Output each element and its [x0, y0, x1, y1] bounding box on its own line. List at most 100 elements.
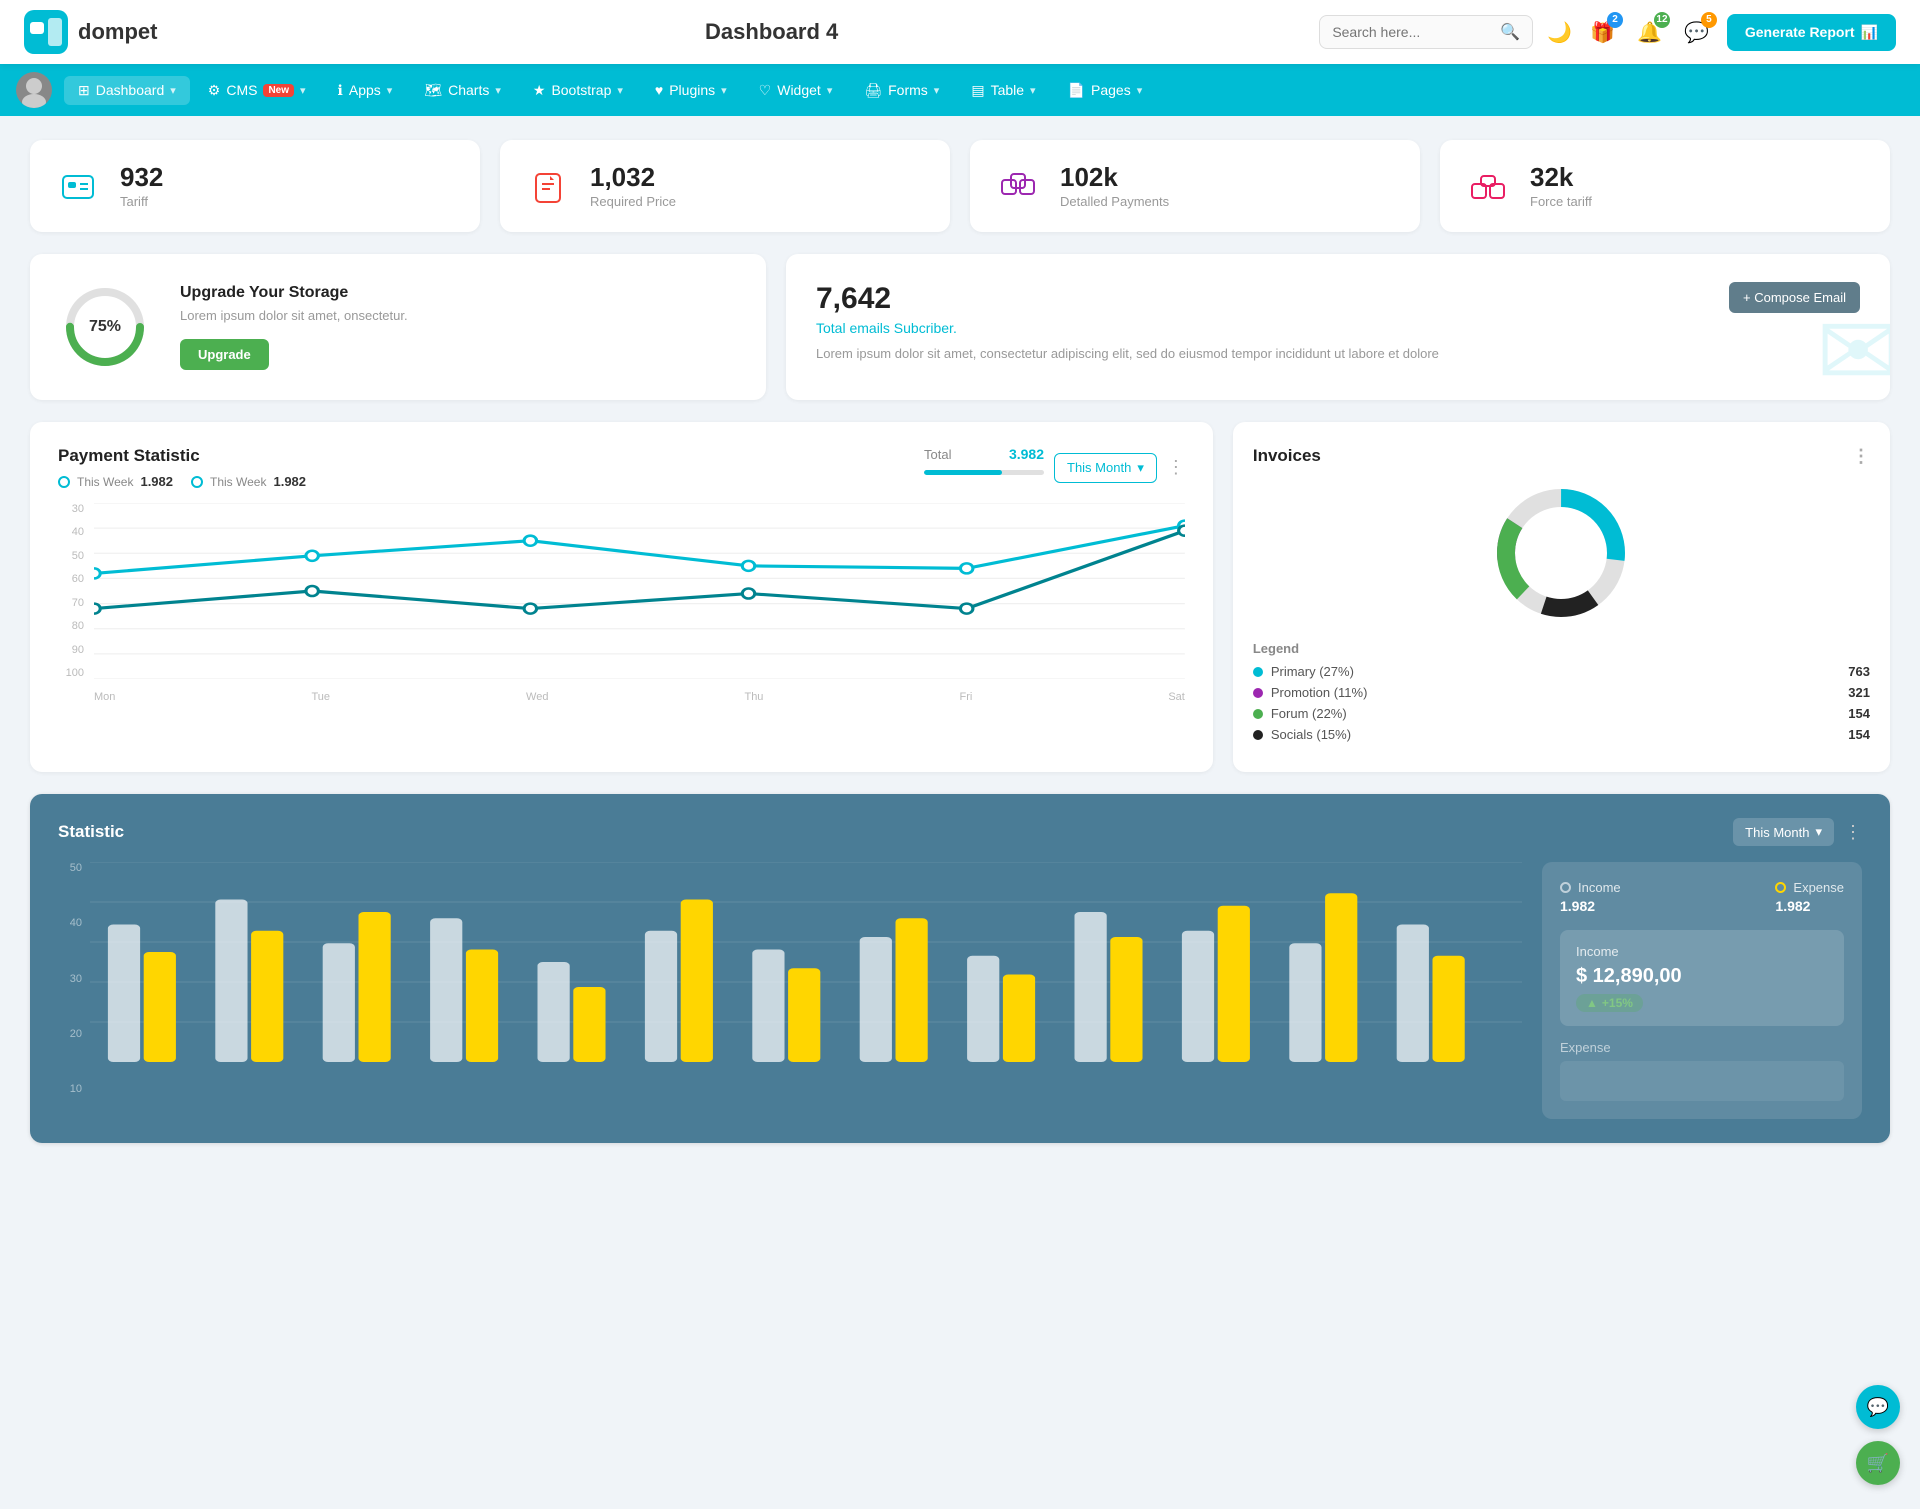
nav-label-table: Table: [991, 82, 1024, 98]
payment-card: Payment Statistic This Week 1.982 This W…: [30, 422, 1213, 772]
total-row: Total 3.982: [924, 446, 1044, 462]
price-icon: [524, 162, 572, 210]
generate-report-button[interactable]: Generate Report 📊: [1727, 14, 1896, 51]
charts-chevron: ▾: [495, 84, 501, 97]
nav-item-cms[interactable]: ⚙ CMS New ▾: [194, 76, 320, 105]
email-card-top: 7,642 Total emails Subcriber. Lorem ipsu…: [816, 282, 1860, 361]
price-info: 1,032 Required Price: [590, 163, 676, 210]
logo-icon: [24, 10, 68, 54]
cart-widget-button[interactable]: 🛒: [1856, 1441, 1900, 1485]
logo-text: dompet: [78, 19, 157, 45]
this-month-button[interactable]: This Month ▾: [1054, 453, 1157, 483]
storage-percent: 75%: [89, 318, 121, 336]
bell-badge: 12: [1654, 12, 1670, 28]
income-badge: ▲ +15%: [1576, 994, 1643, 1012]
pages-chevron: ▾: [1137, 84, 1143, 97]
stat-card-force: 32k Force tariff: [1440, 140, 1890, 232]
tariff-icon: [54, 162, 102, 210]
week-label-1-text: This Week: [77, 475, 133, 489]
bar-chart-svg: [90, 862, 1522, 1062]
main-content: 932 Tariff 1,032 Required Price 102k Det…: [0, 116, 1920, 1167]
force-value: 32k: [1530, 163, 1592, 192]
expense-value: 1.982: [1775, 898, 1844, 914]
invoices-more-btn[interactable]: ⋮: [1852, 446, 1870, 467]
nav-item-charts[interactable]: 🗺 Charts ▾: [410, 76, 515, 105]
widget-chevron: ▾: [827, 84, 833, 97]
legend-forum: Forum (22%) 154: [1253, 706, 1870, 721]
stat-card-tariff: 932 Tariff: [30, 140, 480, 232]
cms-chevron: ▾: [300, 84, 306, 97]
chat-btn[interactable]: 💬 5: [1680, 16, 1713, 49]
week-label-2-text: This Week: [210, 475, 266, 489]
upgrade-button[interactable]: Upgrade: [180, 339, 269, 370]
line-chart-svg: [94, 503, 1185, 679]
legend-label-promotion: Promotion (11%): [1271, 685, 1368, 700]
statistic-bottom: 10 20 30 40 50: [58, 862, 1862, 1119]
income-detail-box: Income $ 12,890,00 ▲ +15%: [1560, 930, 1844, 1026]
payments-value: 102k: [1060, 163, 1169, 192]
legend-dot-socials: [1253, 730, 1263, 740]
legend-section: Legend Primary (27%) 763 Promotion (11%)…: [1253, 641, 1870, 742]
payment-more-btn[interactable]: ⋮: [1167, 457, 1185, 478]
statistic-this-month-button[interactable]: This Month ▾: [1733, 818, 1834, 846]
nav-item-table[interactable]: ▤ Table ▾: [957, 76, 1049, 105]
nav-label-widget: Widget: [777, 82, 821, 98]
statistic-header: Statistic This Month ▾ ⋮: [58, 818, 1862, 846]
statistic-month-label: This Month: [1745, 825, 1809, 840]
nav-label-cms: CMS: [226, 82, 257, 98]
nav-label-apps: Apps: [349, 82, 381, 98]
forms-icon: 🖨: [864, 82, 882, 99]
charts-icon: 🗺: [424, 82, 442, 99]
legend-title: Legend: [1253, 641, 1870, 656]
total-value: 3.982: [1009, 446, 1044, 462]
this-month-label: This Month: [1067, 460, 1131, 475]
chat-widget-button[interactable]: 💬: [1856, 1385, 1900, 1429]
payment-title: Payment Statistic: [58, 446, 306, 466]
force-label: Force tariff: [1530, 194, 1592, 209]
middle-row: 75% Upgrade Your Storage Lorem ipsum dol…: [30, 254, 1890, 400]
nav-label-plugins: Plugins: [669, 82, 715, 98]
nav-item-dashboard[interactable]: ⊞ Dashboard ▾: [64, 76, 190, 105]
nav-label-forms: Forms: [888, 82, 928, 98]
week-labels: This Week 1.982 This Week 1.982: [58, 474, 306, 489]
line-chart: 100 90 80 70 60 50 40 30: [58, 503, 1185, 703]
legend-val-primary: 763: [1848, 664, 1870, 679]
nav-item-forms[interactable]: 🖨 Forms ▾: [850, 76, 953, 105]
gift-badge: 2: [1607, 12, 1623, 28]
email-card: 7,642 Total emails Subcriber. Lorem ipsu…: [786, 254, 1890, 400]
week-dot-1: [58, 476, 70, 488]
storage-desc: Lorem ipsum dolor sit amet, onsectetur.: [180, 308, 408, 323]
expense-detail-label: Expense: [1560, 1040, 1844, 1055]
payment-totals: Total 3.982: [924, 446, 1044, 489]
nav-item-plugins[interactable]: ♥ Plugins ▾: [641, 76, 741, 104]
gift-btn[interactable]: 🎁 2: [1586, 16, 1619, 49]
week-value-2: 1.982: [273, 474, 306, 489]
legend-label-forum: Forum (22%): [1271, 706, 1347, 721]
storage-title: Upgrade Your Storage: [180, 284, 408, 302]
invoices-donut-svg: [1491, 483, 1631, 623]
table-chevron: ▾: [1030, 84, 1036, 97]
moon-icon[interactable]: 🌙: [1547, 20, 1572, 45]
storage-donut: 75%: [60, 282, 150, 372]
payments-info: 102k Detalled Payments: [1060, 163, 1169, 210]
search-box: 🔍: [1319, 15, 1533, 49]
legend-socials: Socials (15%) 154: [1253, 727, 1870, 742]
nav-item-apps[interactable]: ℹ Apps ▾: [324, 76, 407, 105]
statistic-title: Statistic: [58, 822, 124, 842]
statistic-more-btn[interactable]: ⋮: [1844, 822, 1862, 843]
header-right: 🔍 🌙 🎁 2 🔔 12 💬 5 Generate Report 📊: [1319, 14, 1896, 51]
nav-item-widget[interactable]: ♡ Widget ▾: [745, 76, 847, 105]
storage-card: 75% Upgrade Your Storage Lorem ipsum dol…: [30, 254, 766, 400]
nav-item-pages[interactable]: 📄 Pages ▾: [1054, 76, 1157, 105]
week-label-1: This Week 1.982: [58, 474, 173, 489]
tariff-label: Tariff: [120, 194, 163, 209]
plugins-chevron: ▾: [721, 84, 727, 97]
search-input[interactable]: [1332, 24, 1492, 40]
table-icon: ▤: [971, 82, 984, 99]
income-item: Income 1.982: [1560, 880, 1621, 914]
progress-bar: [924, 470, 1044, 475]
statistic-card: Statistic This Month ▾ ⋮ 10 20 30 40 50: [30, 794, 1890, 1143]
nav-item-bootstrap[interactable]: ★ Bootstrap ▾: [519, 76, 637, 105]
bell-btn[interactable]: 🔔 12: [1633, 16, 1666, 49]
legend-dot-forum: [1253, 709, 1263, 719]
